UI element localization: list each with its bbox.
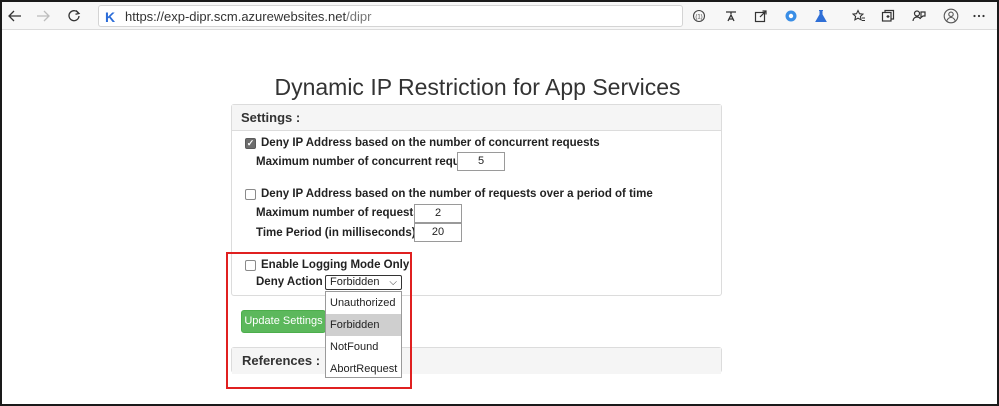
max-requests-input[interactable]: 2: [414, 204, 462, 223]
site-logo-icon: K: [105, 9, 116, 25]
logging-mode-label: Enable Logging Mode Only: [261, 259, 410, 271]
concurrent-requests-option[interactable]: ✓ Deny IP Address based on the number of…: [245, 137, 600, 149]
option-unauthorized[interactable]: Unauthorized: [326, 292, 401, 314]
flask-icon[interactable]: [810, 5, 832, 27]
rate-limit-checkbox[interactable]: [245, 188, 256, 200]
max-requests-label: Maximum number of requests :: [256, 207, 427, 219]
share-icon[interactable]: [750, 5, 772, 27]
logging-mode-checkbox[interactable]: [245, 259, 256, 271]
more-icon[interactable]: [968, 5, 990, 27]
address-bar[interactable]: K https://exp-dipr.scm.azurewebsites.net…: [98, 5, 683, 27]
max-concurrent-input[interactable]: 5: [457, 152, 505, 171]
collections-icon[interactable]: [877, 5, 899, 27]
references-heading: References :: [232, 348, 721, 374]
favorites-icon[interactable]: [848, 5, 870, 27]
profile-icon[interactable]: [940, 5, 962, 27]
concurrent-requests-checkbox[interactable]: ✓: [245, 137, 256, 149]
browser-toolbar: K https://exp-dipr.scm.azurewebsites.net…: [2, 2, 997, 30]
concurrent-requests-label: Deny IP Address based on the number of c…: [261, 137, 600, 149]
update-settings-button[interactable]: Update Settings: [241, 310, 326, 333]
rate-limit-label: Deny IP Address based on the number of r…: [261, 188, 653, 200]
translate-icon[interactable]: [720, 5, 742, 27]
page-title: Dynamic IP Restriction for App Services: [274, 74, 681, 100]
refresh-icon[interactable]: [63, 5, 85, 27]
feedback-icon[interactable]: [908, 5, 930, 27]
url-text: https://exp-dipr.scm.azurewebsites.net/d…: [125, 9, 371, 24]
option-notfound[interactable]: NotFound: [326, 336, 401, 358]
forward-icon[interactable]: [32, 5, 54, 27]
time-period-input[interactable]: 20: [414, 223, 462, 242]
reader-icon[interactable]: (1): [688, 5, 710, 27]
rate-limit-option[interactable]: Deny IP Address based on the number of r…: [245, 188, 653, 200]
url-host: https://exp-dipr.scm.azurewebsites.net: [125, 9, 347, 24]
option-forbidden[interactable]: Forbidden: [326, 314, 401, 336]
svg-text:(1): (1): [695, 15, 702, 21]
max-concurrent-label: Maximum number of concurrent requests:: [256, 156, 487, 168]
deny-action-selected: Forbidden: [330, 276, 380, 288]
option-abortrequest[interactable]: AbortRequest: [326, 358, 401, 380]
deny-action-label: Deny Action :: [256, 276, 330, 288]
extension-icon[interactable]: [780, 5, 802, 27]
chevron-down-icon: ⌵: [389, 277, 397, 288]
back-icon[interactable]: [4, 5, 26, 27]
references-panel: References :: [231, 347, 722, 374]
deny-action-select[interactable]: Forbidden ⌵: [325, 275, 402, 290]
url-path: /dipr: [346, 9, 372, 24]
logging-mode-option[interactable]: Enable Logging Mode Only: [245, 259, 409, 271]
deny-action-dropdown: Unauthorized Forbidden NotFound AbortReq…: [325, 291, 402, 378]
settings-heading: Settings :: [232, 105, 721, 131]
time-period-label: Time Period (in milliseconds) :: [256, 227, 423, 239]
